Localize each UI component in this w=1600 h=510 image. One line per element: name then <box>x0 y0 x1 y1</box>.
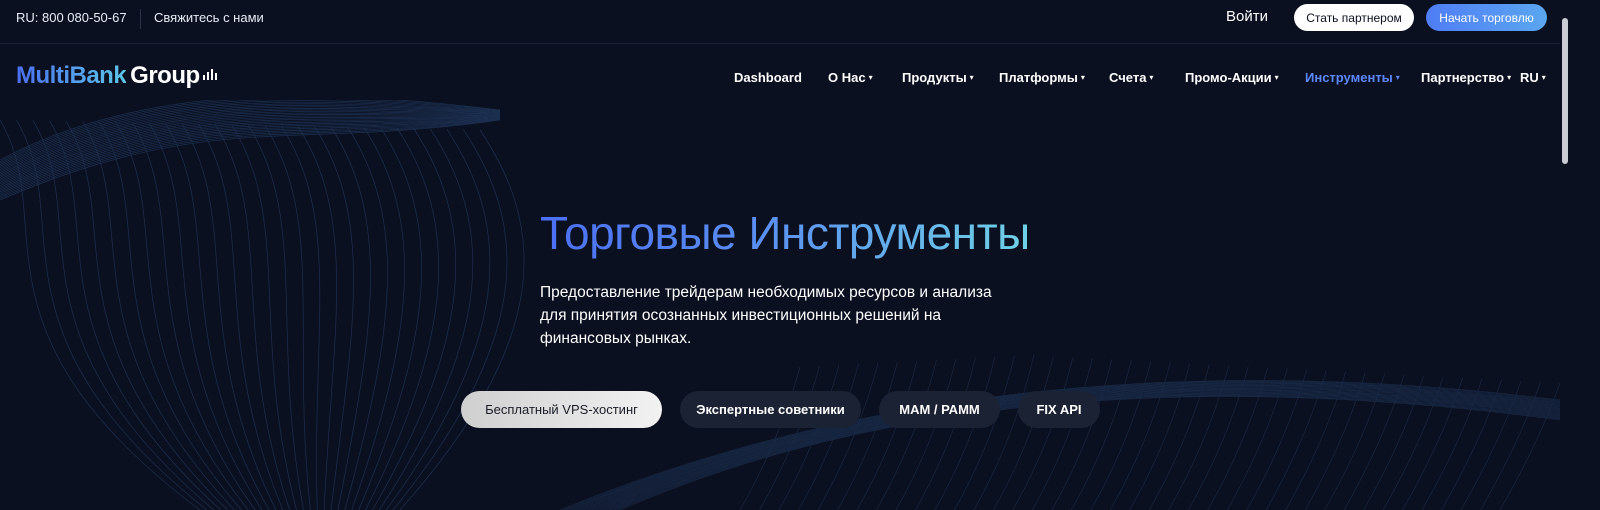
nav-item-tools[interactable]: Инструменты ▾ <box>1305 70 1400 85</box>
contact-us-link[interactable]: Свяжитесь с нами <box>154 10 264 25</box>
nav-item-partnership[interactable]: Партнерство ▾ <box>1421 70 1511 85</box>
tab-expert-advisors[interactable]: Экспертные советники <box>680 391 861 428</box>
tab-mam-pamm[interactable]: МАМ / РАММ <box>879 391 1000 428</box>
become-partner-button[interactable]: Стать партнером <box>1294 4 1414 31</box>
login-link[interactable]: Войти <box>1226 8 1268 25</box>
chevron-down-icon: ▾ <box>969 73 974 82</box>
start-trading-button[interactable]: Начать торговлю <box>1426 4 1547 31</box>
nav-item-label: Партнерство <box>1421 70 1505 85</box>
nav-item-label: Продукты <box>902 70 967 85</box>
hero-subtitle: Предоставление трейдерам необходимых рес… <box>540 284 992 347</box>
nav-item-label: Инструменты <box>1305 70 1393 85</box>
chevron-down-icon: ▾ <box>868 73 873 82</box>
chevron-down-icon: ▾ <box>1080 73 1085 82</box>
top-bar: RU: 800 080-50-67 Свяжитесь с нами Войти… <box>0 0 1560 44</box>
tab-free-vps-hosting[interactable]: Бесплатный VPS-хостинг <box>461 391 662 428</box>
phone-number[interactable]: RU: 800 080-50-67 <box>16 10 127 25</box>
nav-item-dashboard[interactable]: Dashboard <box>734 70 802 85</box>
nav-item-label: Dashboard <box>734 70 802 85</box>
language-selector[interactable]: RU ▾ <box>1520 70 1546 85</box>
scrollbar-thumb[interactable] <box>1562 18 1568 164</box>
divider <box>140 9 141 29</box>
page-title: Торговые Инструменты <box>540 207 1030 259</box>
tab-fix-api[interactable]: FIX API <box>1018 391 1100 428</box>
nav-item-label: Промо-Акции <box>1185 70 1272 85</box>
chevron-down-icon: ▾ <box>1507 73 1512 82</box>
nav-item-label: О Нас <box>828 70 866 85</box>
main-nav: Dashboard О Нас ▾ Продукты ▾ Платформы ▾… <box>0 70 1560 86</box>
chevron-down-icon: ▾ <box>1149 73 1154 82</box>
tools-tabs: Бесплатный VPS-хостинг Экспертные советн… <box>0 391 1560 428</box>
nav-item-label: Платформы <box>999 70 1078 85</box>
nav-item-products[interactable]: Продукты ▾ <box>902 70 974 85</box>
nav-item-label: RU <box>1520 70 1539 85</box>
nav-item-promotions[interactable]: Промо-Акции ▾ <box>1185 70 1279 85</box>
chevron-down-icon: ▾ <box>1274 73 1279 82</box>
chevron-down-icon: ▾ <box>1541 73 1546 82</box>
nav-item-about[interactable]: О Нас ▾ <box>828 70 873 85</box>
nav-item-label: Счета <box>1109 70 1147 85</box>
chevron-down-icon: ▾ <box>1395 73 1400 82</box>
nav-item-platforms[interactable]: Платформы ▾ <box>999 70 1085 85</box>
nav-item-accounts[interactable]: Счета ▾ <box>1109 70 1153 85</box>
